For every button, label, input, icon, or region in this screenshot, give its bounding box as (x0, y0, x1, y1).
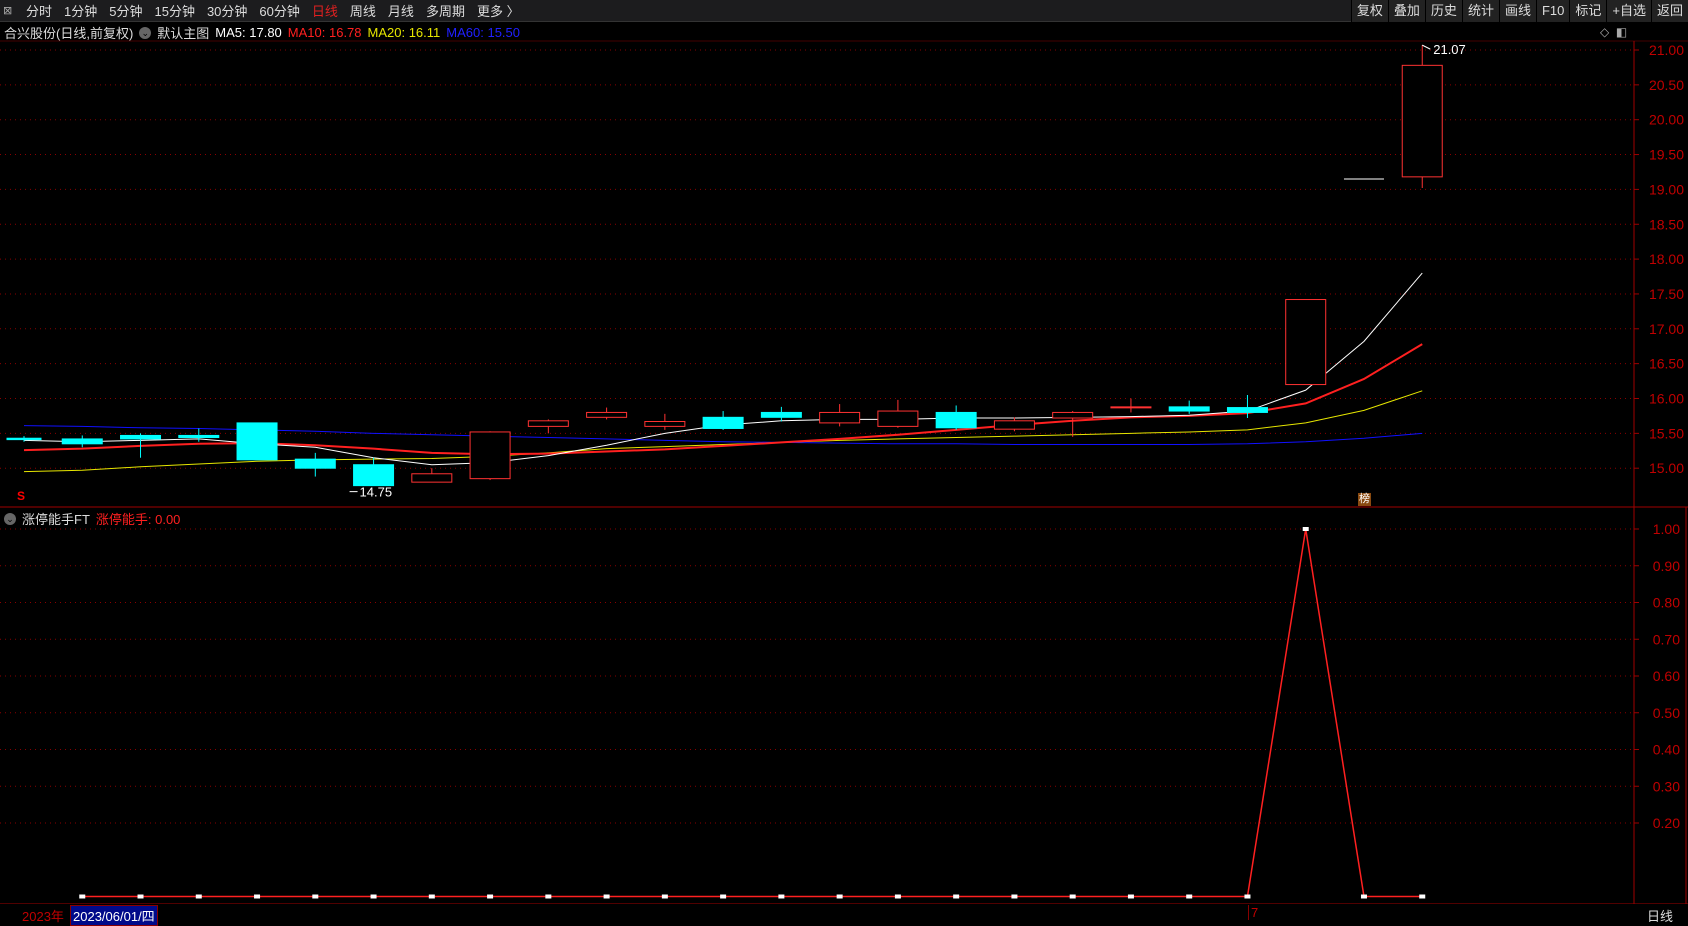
indicator-tick-label: 0.80 (1653, 595, 1680, 611)
candle-body (6, 437, 42, 441)
indicator-tick-label: 0.70 (1653, 631, 1680, 647)
price-tick-label: 15.50 (1649, 425, 1684, 441)
indicator-tick-label: 0.50 (1653, 705, 1680, 721)
dropdown-circle-icon[interactable]: ⌄ (139, 26, 152, 39)
candle-body (294, 458, 336, 469)
indicator-tick-label: 0.40 (1653, 742, 1680, 758)
candle-body (760, 411, 802, 418)
price-tick-label: 15.00 (1649, 460, 1684, 476)
ma20-line (23, 390, 1423, 473)
template-name[interactable]: 默认主图 (157, 23, 209, 42)
indicator-point (661, 894, 668, 899)
candle-body (1285, 299, 1327, 386)
candle-body (353, 464, 395, 487)
price-tick-label: 19.50 (1649, 147, 1684, 163)
indicator-point (1127, 894, 1134, 899)
candle-body (1110, 406, 1152, 409)
price-tick-label: 17.50 (1649, 286, 1684, 302)
indicator-point (428, 894, 435, 899)
indicator-tick-label: 1.00 (1653, 521, 1680, 537)
candle-body (935, 411, 977, 429)
year-label: 2023年 (22, 909, 64, 924)
price-tick-label: 20.50 (1649, 77, 1684, 93)
bang-marker[interactable]: 榜 (1358, 493, 1371, 506)
high-arrow-icon (1422, 44, 1431, 50)
ma10-value: MA10: 16.78 (287, 25, 362, 40)
indicator-point (953, 894, 960, 899)
indicator-point (720, 894, 727, 899)
indicator-point (254, 894, 261, 899)
indicator-point (137, 894, 144, 899)
candle-body (469, 431, 511, 480)
indicator-point (836, 894, 843, 899)
indicator-tick-label: 0.20 (1653, 815, 1680, 831)
indicator-point (1360, 894, 1367, 899)
price-tick-label: 18.50 (1649, 216, 1684, 232)
candle-body (61, 438, 103, 445)
indicator-tick-label: 0.60 (1653, 668, 1680, 684)
candle-body (1168, 406, 1210, 412)
candle-body (877, 410, 919, 427)
candle-body (527, 420, 569, 427)
indicator-legend: ⌄ 涨停能手FT 涨停能手: 0.00 (4, 509, 180, 528)
price-tick-label: 21.00 (1649, 42, 1684, 58)
price-tick-label: 19.00 (1649, 181, 1684, 197)
candle-body (644, 421, 686, 427)
kline-chart[interactable]: 21.00 20.50 20.00 19.50 19.00 18.50 18.00 17.50… (0, 0, 1688, 923)
main-legend: 合兴股份(日线,前复权) ⌄ 默认主图 MA5: 17.80 MA10: 16.… (4, 23, 520, 42)
corner-icons: ◇ ◧ (1600, 25, 1627, 39)
indicator-point (195, 894, 202, 899)
indicator-point (312, 894, 319, 899)
candle-body (1401, 64, 1443, 178)
ma10-line (23, 343, 1423, 456)
indicator-tick-label: 0.30 (1653, 778, 1680, 794)
indicator-line (82, 528, 1423, 898)
stock-title: 合兴股份(日线,前复权) (4, 26, 134, 41)
candle-body (120, 434, 162, 440)
candle-body (1052, 411, 1094, 419)
candle-body (586, 411, 628, 418)
price-tick-label: 16.50 (1649, 356, 1684, 372)
indicator-point (1244, 894, 1251, 899)
candle-body (411, 473, 453, 483)
candle-body (819, 411, 861, 424)
indicator-point (1069, 894, 1076, 899)
indicator-point (487, 894, 494, 899)
price-tick-label: 20.00 (1649, 112, 1684, 128)
indicator-value: 涨停能手: 0.00 (95, 512, 181, 527)
ma20-value: MA20: 16.11 (367, 25, 441, 40)
high-price-label: 21.07 (1433, 42, 1466, 57)
ma5-line (23, 272, 1423, 466)
indicator-point (1011, 894, 1018, 899)
candle-body (1226, 407, 1268, 413)
price-tick-label: 17.00 (1649, 321, 1684, 337)
indicator-point (1302, 527, 1309, 531)
price-tick-label: 16.00 (1649, 391, 1684, 407)
diamond-icon[interactable]: ◇ (1600, 25, 1609, 39)
candle-body (702, 416, 744, 429)
indicator-point (79, 894, 86, 899)
ma5-value: MA5: 17.80 (215, 25, 282, 40)
indicator-point (370, 894, 377, 899)
indicator-point (778, 894, 785, 899)
period-label[interactable]: 日线 (1647, 906, 1673, 925)
indicator-point (894, 894, 901, 899)
indicator-point (1186, 894, 1193, 899)
indicator-point (545, 894, 552, 899)
s-marker[interactable]: S (17, 489, 25, 503)
indicator-point (1419, 894, 1426, 899)
date-axis-bar: 2023年 2023/06/01/四 7 日线 (0, 904, 1688, 926)
candle-body (993, 420, 1035, 430)
candle-body (236, 422, 278, 461)
price-tick-label: 18.00 (1649, 251, 1684, 267)
indicator-tick-label: 0.90 (1653, 558, 1680, 574)
dropdown-circle-icon[interactable]: ⌄ (4, 512, 16, 525)
indicator-point (603, 894, 610, 899)
month-marker: 7 (1248, 905, 1258, 920)
panel-toggle-icon[interactable]: ◧ (1616, 25, 1627, 39)
candle-body (178, 434, 220, 439)
indicator-name[interactable]: 涨停能手FT (22, 509, 90, 528)
ma60-value: MA60: 15.50 (446, 25, 520, 40)
low-price-label: 14.75 (360, 485, 393, 500)
